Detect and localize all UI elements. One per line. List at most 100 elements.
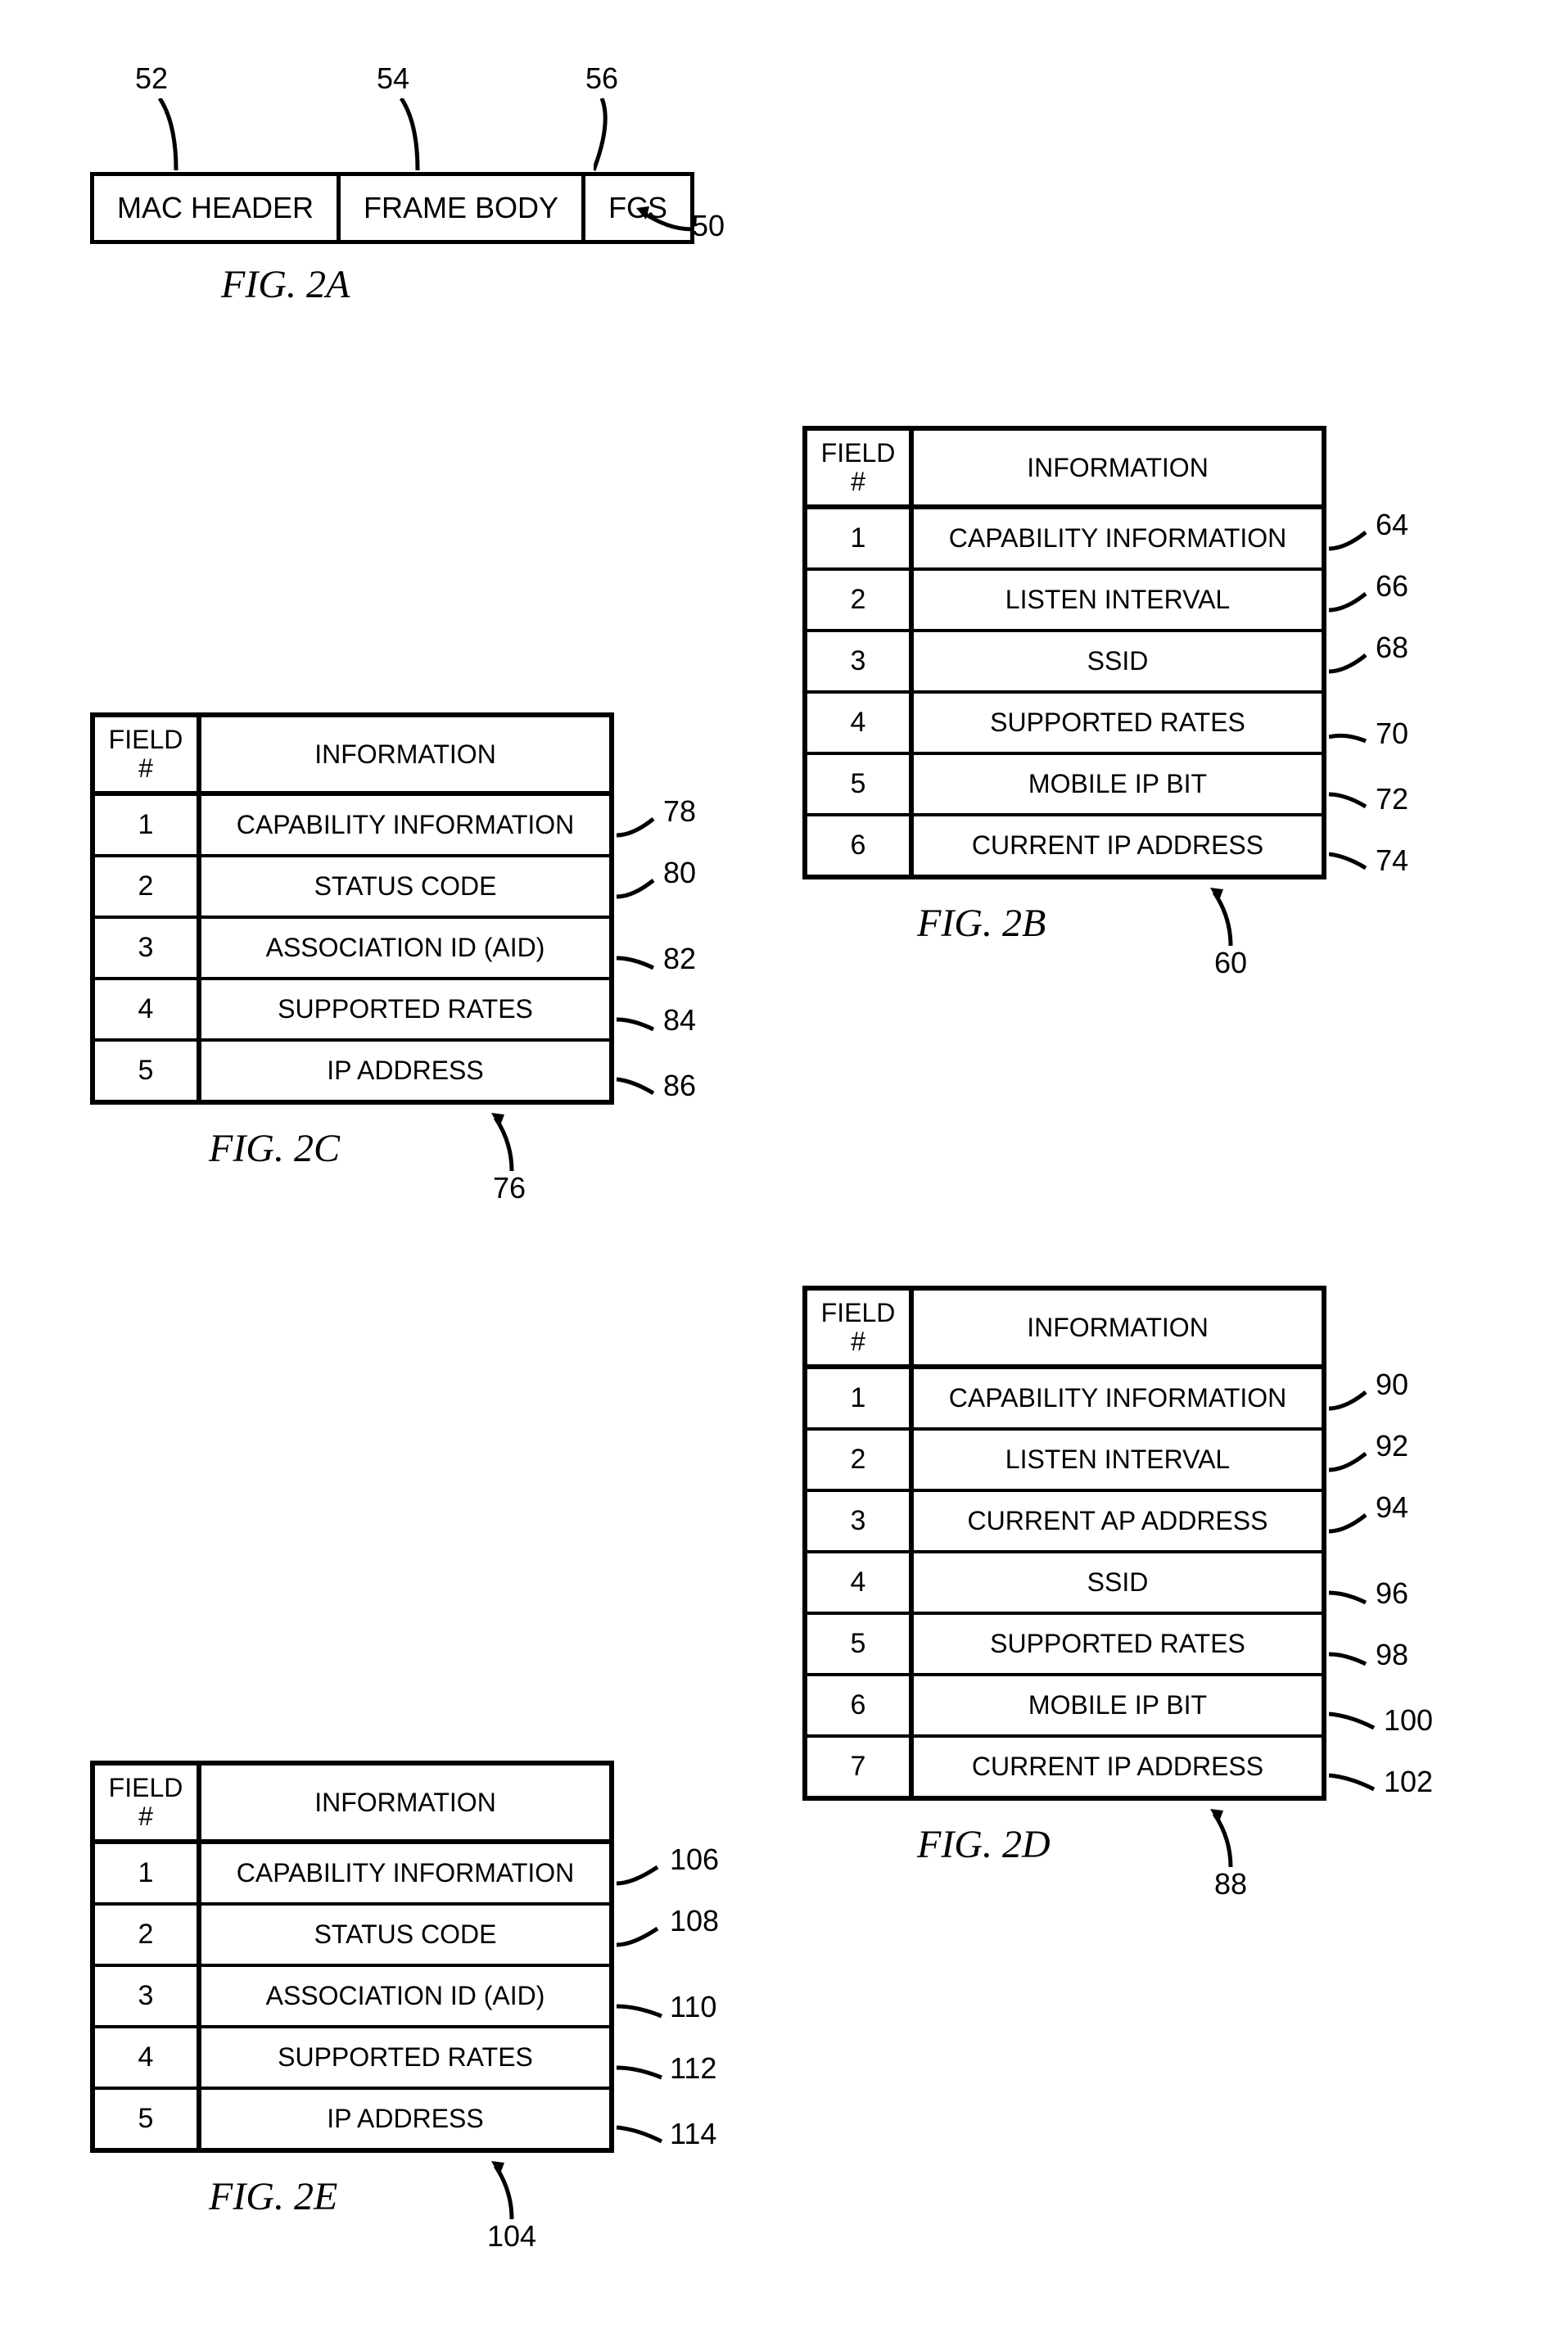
fig2e-table: FIELD # INFORMATION 1CAPABILITY INFORMAT… <box>90 1761 614 2153</box>
fig2a-mac-header: MAC HEADER <box>94 176 341 240</box>
fig2d-header-field: FIELD # <box>807 1291 914 1364</box>
fig2d-row7-info: CURRENT IP ADDRESS <box>914 1738 1322 1796</box>
fig2d-row1-num: 1 <box>807 1369 914 1427</box>
ref-106: 106 <box>670 1842 719 1877</box>
fig2c-row5-num: 5 <box>95 1042 201 1100</box>
ref-82: 82 <box>663 942 696 976</box>
fig2c-row3-num: 3 <box>95 919 201 977</box>
ref-76: 76 <box>493 1171 526 1205</box>
ref-100: 100 <box>1384 1703 1433 1738</box>
ref-90: 90 <box>1376 1368 1408 1402</box>
leader-d-r4 <box>1329 1576 1378 1609</box>
fig2e-row5-info: IP ADDRESS <box>201 2090 609 2148</box>
ref-72: 72 <box>1376 782 1408 816</box>
fig2e-row5-num: 5 <box>95 2090 201 2148</box>
ref-110: 110 <box>670 1990 716 2024</box>
fig2e-caption: FIG. 2E <box>209 2174 337 2219</box>
field-hash: # <box>851 1327 865 1356</box>
leader-c-r2 <box>617 876 666 909</box>
leader-e-r3 <box>617 1990 674 2023</box>
fig2c-header-field: FIELD # <box>95 717 201 791</box>
fig2c-row5-info: IP ADDRESS <box>201 1042 609 1100</box>
fig2e-row2-info: STATUS CODE <box>201 1906 609 1964</box>
leader-d-r5 <box>1329 1638 1378 1671</box>
ref-114: 114 <box>670 2117 716 2151</box>
leader-52 <box>151 98 201 172</box>
leader-b-r5 <box>1329 778 1378 811</box>
leader-e-r4 <box>617 2051 674 2084</box>
ref-98: 98 <box>1376 1638 1408 1672</box>
ref-50: 50 <box>692 209 725 243</box>
ref-86: 86 <box>663 1069 696 1103</box>
field-label: FIELD <box>821 439 896 468</box>
fig2b-row4-info: SUPPORTED RATES <box>914 694 1322 752</box>
fig2d-row2-num: 2 <box>807 1431 914 1489</box>
field-label: FIELD <box>109 1774 183 1802</box>
ref-96: 96 <box>1376 1576 1408 1611</box>
leader-54 <box>393 98 442 172</box>
fig2c-row2-info: STATUS CODE <box>201 857 609 916</box>
field-hash: # <box>851 468 865 496</box>
ref-108: 108 <box>670 1904 719 1938</box>
fig2b-caption: FIG. 2B <box>917 901 1046 946</box>
fig2b-row6-num: 6 <box>807 816 914 875</box>
leader-d-r2 <box>1329 1449 1378 1482</box>
fig2d-row3-info: CURRENT AP ADDRESS <box>914 1492 1322 1550</box>
fig2b-row1-info: CAPABILITY INFORMATION <box>914 509 1322 567</box>
leader-c-r4 <box>617 1003 666 1036</box>
fig2a-frame: MAC HEADER FRAME BODY FCS <box>90 172 694 244</box>
field-hash: # <box>138 1802 153 1831</box>
fig2b-row1-num: 1 <box>807 509 914 567</box>
leader-e-r1 <box>617 1863 674 1896</box>
fig2d-row5-num: 5 <box>807 1615 914 1673</box>
leader-56 <box>594 98 643 172</box>
ref-84: 84 <box>663 1003 696 1038</box>
fig2d-row3-num: 3 <box>807 1492 914 1550</box>
fig2d-row7-num: 7 <box>807 1738 914 1796</box>
leader-c-r1 <box>617 815 666 848</box>
ref-74: 74 <box>1376 843 1408 878</box>
leader-e-r2 <box>617 1924 674 1957</box>
fig2e-row4-num: 4 <box>95 2028 201 2087</box>
fig2c-row4-num: 4 <box>95 980 201 1038</box>
field-label: FIELD <box>821 1299 896 1327</box>
leader-b-bottom <box>1210 884 1268 950</box>
leader-d-r3 <box>1329 1511 1378 1544</box>
fig2b-row5-info: MOBILE IP BIT <box>914 755 1322 813</box>
leader-d-r1 <box>1329 1388 1378 1421</box>
ref-66: 66 <box>1376 569 1408 604</box>
leader-b-r3 <box>1329 651 1378 684</box>
ref-52: 52 <box>135 61 168 96</box>
field-hash: # <box>138 754 153 783</box>
ref-88: 88 <box>1214 1867 1247 1901</box>
fig2b-table: FIELD # INFORMATION 1CAPABILITY INFORMAT… <box>802 426 1326 879</box>
diagram-canvas: 52 54 56 MAC HEADER FRAME BODY FCS 50 FI… <box>33 33 1535 2300</box>
ref-80: 80 <box>663 856 696 890</box>
fig2d-row5-info: SUPPORTED RATES <box>914 1615 1322 1673</box>
leader-b-r6 <box>1329 839 1378 872</box>
ref-92: 92 <box>1376 1429 1408 1463</box>
leader-b-r1 <box>1329 528 1378 561</box>
fig2b-header-field: FIELD # <box>807 431 914 504</box>
fig2d-row2-info: LISTEN INTERVAL <box>914 1431 1322 1489</box>
fig2b-row3-info: SSID <box>914 632 1322 690</box>
fig2c-header-info: INFORMATION <box>201 717 609 791</box>
fig2e-header-field: FIELD # <box>95 1766 201 1839</box>
leader-d-bottom <box>1210 1806 1268 1871</box>
fig2d-row4-info: SSID <box>914 1553 1322 1612</box>
fig2e-row1-num: 1 <box>95 1844 201 1902</box>
ref-102: 102 <box>1384 1765 1433 1799</box>
leader-e-r5 <box>617 2113 674 2145</box>
fig2b-row6-info: CURRENT IP ADDRESS <box>914 816 1322 875</box>
fig2d-row6-info: MOBILE IP BIT <box>914 1676 1322 1734</box>
leader-c-r3 <box>617 942 666 974</box>
ref-70: 70 <box>1376 717 1408 751</box>
fig2b-row2-num: 2 <box>807 571 914 629</box>
fig2c-row1-num: 1 <box>95 796 201 854</box>
leader-50 <box>635 197 700 237</box>
fig2c-row1-info: CAPABILITY INFORMATION <box>201 796 609 854</box>
ref-60: 60 <box>1214 946 1247 980</box>
fig2e-row2-num: 2 <box>95 1906 201 1964</box>
fig2a-frame-body: FRAME BODY <box>341 176 585 240</box>
ref-56: 56 <box>585 61 618 96</box>
